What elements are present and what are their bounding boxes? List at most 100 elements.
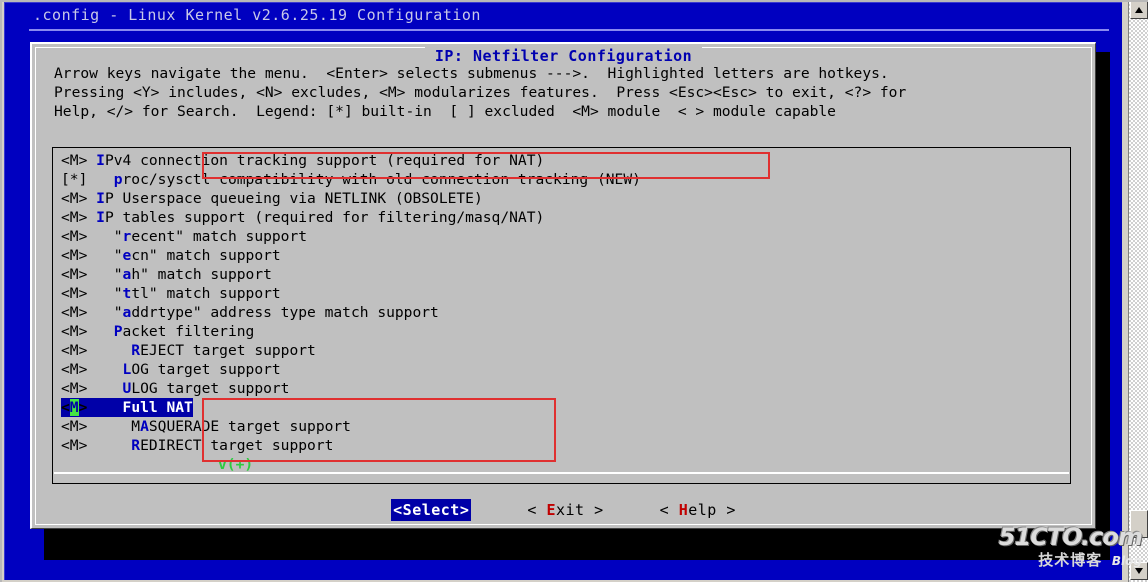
listbox-bottom-rule — [54, 472, 1069, 474]
button-hotkey: S — [402, 501, 413, 519]
menu-item-indent — [87, 380, 122, 397]
scroll-up-button[interactable] — [1130, 1, 1148, 19]
menu-item[interactable]: <M> MASQUERADE target support — [61, 417, 351, 436]
menu-item[interactable]: <M> "ecn" match support — [61, 246, 281, 265]
button-elect[interactable]: <Select> — [391, 499, 472, 521]
menu-item[interactable]: <M> "recent" match support — [61, 227, 307, 246]
menu-item-indent — [87, 418, 131, 435]
menu-item-indent — [87, 152, 96, 169]
watermark-main-text: 51CTO.com — [998, 523, 1143, 551]
menu-item-indent — [87, 304, 113, 321]
menu-item-tag: <M> — [61, 418, 88, 435]
screenshot-root: .config - Linux Kernel v2.6.25.19 Config… — [0, 0, 1148, 582]
menu-item-indent — [87, 342, 131, 359]
watermark: 51CTO.com 技术博客 Blog — [990, 523, 1143, 576]
chevron-up-icon — [1135, 7, 1143, 13]
menu-item-tag: <M> — [61, 304, 88, 321]
menu-item-hotkey: p — [113, 171, 123, 188]
menu-list[interactable]: <M> IPv4 connection tracking support (re… — [52, 147, 1071, 484]
menu-item-label: IP Userspace queueing via NETLINK (OBSOL… — [96, 190, 483, 207]
menu-item-hotkey: P — [113, 323, 123, 340]
help-line-0: Arrow keys navigate the menu. <Enter> se… — [54, 65, 889, 82]
menu-item[interactable]: <M> "ah" match support — [61, 265, 272, 284]
menu-item-label: REDIRECT target support — [131, 437, 334, 454]
menu-item-indent — [87, 399, 122, 416]
menu-item-label: Packet filtering — [113, 323, 255, 340]
menu-item[interactable]: <M> IPv4 connection tracking support (re… — [61, 151, 544, 170]
menu-item-selected[interactable]: <M> Full NAT — [61, 398, 193, 417]
menu-item-hotkey: I — [96, 190, 105, 207]
menu-item-tag: <M> — [61, 361, 88, 378]
netfilter-config-dialog: IP: Netfilter Configuration Arrow keys n… — [30, 42, 1096, 529]
button-elp[interactable]: < Help > — [660, 499, 736, 521]
button-xit[interactable]: < Exit > — [527, 499, 603, 521]
menu-item[interactable]: <M> IP tables support (required for filt… — [61, 208, 544, 227]
menu-item-label: MASQUERADE target support — [131, 418, 351, 435]
menu-item-label: LOG target support — [122, 361, 281, 378]
menu-item-label: Full NAT — [122, 399, 193, 416]
menu-item-tag: <M> — [61, 209, 88, 226]
menu-item-hotkey: a — [122, 266, 132, 283]
bottom-shadow-bar — [44, 540, 1110, 560]
watermark-sub-row: 技术博客 Blog — [990, 550, 1142, 570]
button-hotkey: E — [546, 501, 556, 519]
menu-item-hotkey: I — [96, 209, 105, 226]
menu-item-hotkey: r — [122, 228, 132, 245]
menu-item[interactable]: <M> ULOG target support — [61, 379, 289, 398]
help-legend-text: Arrow keys navigate the menu. <Enter> se… — [54, 64, 1074, 121]
menu-item[interactable]: <M> REJECT target support — [61, 341, 316, 360]
menu-item-label: IP tables support (required for filterin… — [96, 209, 545, 226]
menu-item-indent — [87, 285, 113, 302]
menu-item-label: "recent" match support — [113, 228, 308, 245]
menu-item-hotkey: t — [122, 285, 132, 302]
menu-item-indent — [87, 190, 96, 207]
menu-item-label: "ah" match support — [113, 266, 272, 283]
button-hotkey: H — [678, 501, 689, 519]
dialog-title-text: IP: Netfilter Configuration — [424, 47, 703, 65]
menu-item[interactable]: <M> Packet filtering — [61, 322, 254, 341]
menu-item-tag: <M> — [61, 323, 88, 340]
menu-item-hotkey: F — [122, 399, 132, 416]
menu-item-label: "ecn" match support — [113, 247, 281, 264]
menu-item[interactable]: [*] proc/sysctl compatibility with old c… — [61, 170, 641, 189]
help-line-2: Help, </> for Search. Legend: [*] built-… — [54, 103, 836, 120]
watermark-sub-text: 技术博客 — [1038, 551, 1103, 569]
menu-item-indent — [87, 171, 113, 188]
cursor-block: M — [69, 399, 79, 416]
menu-item-indent — [87, 247, 113, 264]
menu-item-indent — [87, 266, 113, 283]
watermark-blog-text: Blog — [1111, 554, 1142, 568]
menu-item[interactable]: <M> IP Userspace queueing via NETLINK (O… — [61, 189, 483, 208]
menu-item-indent — [87, 228, 113, 245]
menu-item-hotkey: U — [122, 380, 132, 397]
dialog-title: IP: Netfilter Configuration — [32, 46, 1095, 65]
menu-item-tag: <M> — [61, 228, 88, 245]
menu-item[interactable]: <M> "ttl" match support — [61, 284, 281, 303]
menu-item-hotkey: R — [131, 437, 141, 454]
menu-item-hotkey: L — [122, 361, 132, 378]
menu-item-hotkey: I — [96, 152, 105, 169]
menu-item-tag: <M> — [61, 152, 88, 169]
menu-item[interactable]: <M> LOG target support — [61, 360, 281, 379]
title-divider — [29, 29, 1109, 31]
menu-item-label: "ttl" match support — [113, 285, 281, 302]
help-line-1: Pressing <Y> includes, <N> excludes, <M>… — [54, 84, 907, 101]
menu-item-tag: [*] — [61, 171, 88, 188]
menu-item-label: ULOG target support — [122, 380, 290, 397]
menu-item-hotkey: a — [122, 304, 132, 321]
menu-item[interactable]: <M> REDIRECT target support — [61, 436, 333, 455]
vertical-scrollbar[interactable] — [1128, 0, 1148, 582]
window-title: .config - Linux Kernel v2.6.25.19 Config… — [33, 6, 481, 24]
menu-item-tag: <M> — [61, 266, 88, 283]
menu-item-label: IPv4 connection tracking support (requir… — [96, 152, 545, 169]
menu-item-tag: <M> — [61, 342, 88, 359]
menu-item-label: proc/sysctl compatibility with old conne… — [113, 171, 641, 188]
menu-item-indent — [87, 209, 96, 226]
menu-item-hotkey: e — [122, 247, 132, 264]
menu-item-indent — [87, 323, 113, 340]
menu-item-indent — [87, 437, 131, 454]
menu-item[interactable]: <M> "addrtype" address type match suppor… — [61, 303, 439, 322]
dialog-button-bar: <Select> < Exit > < Help > — [32, 499, 1095, 523]
menu-item-label: "addrtype" address type match support — [113, 304, 439, 321]
menu-item-hotkey: A — [140, 418, 149, 435]
